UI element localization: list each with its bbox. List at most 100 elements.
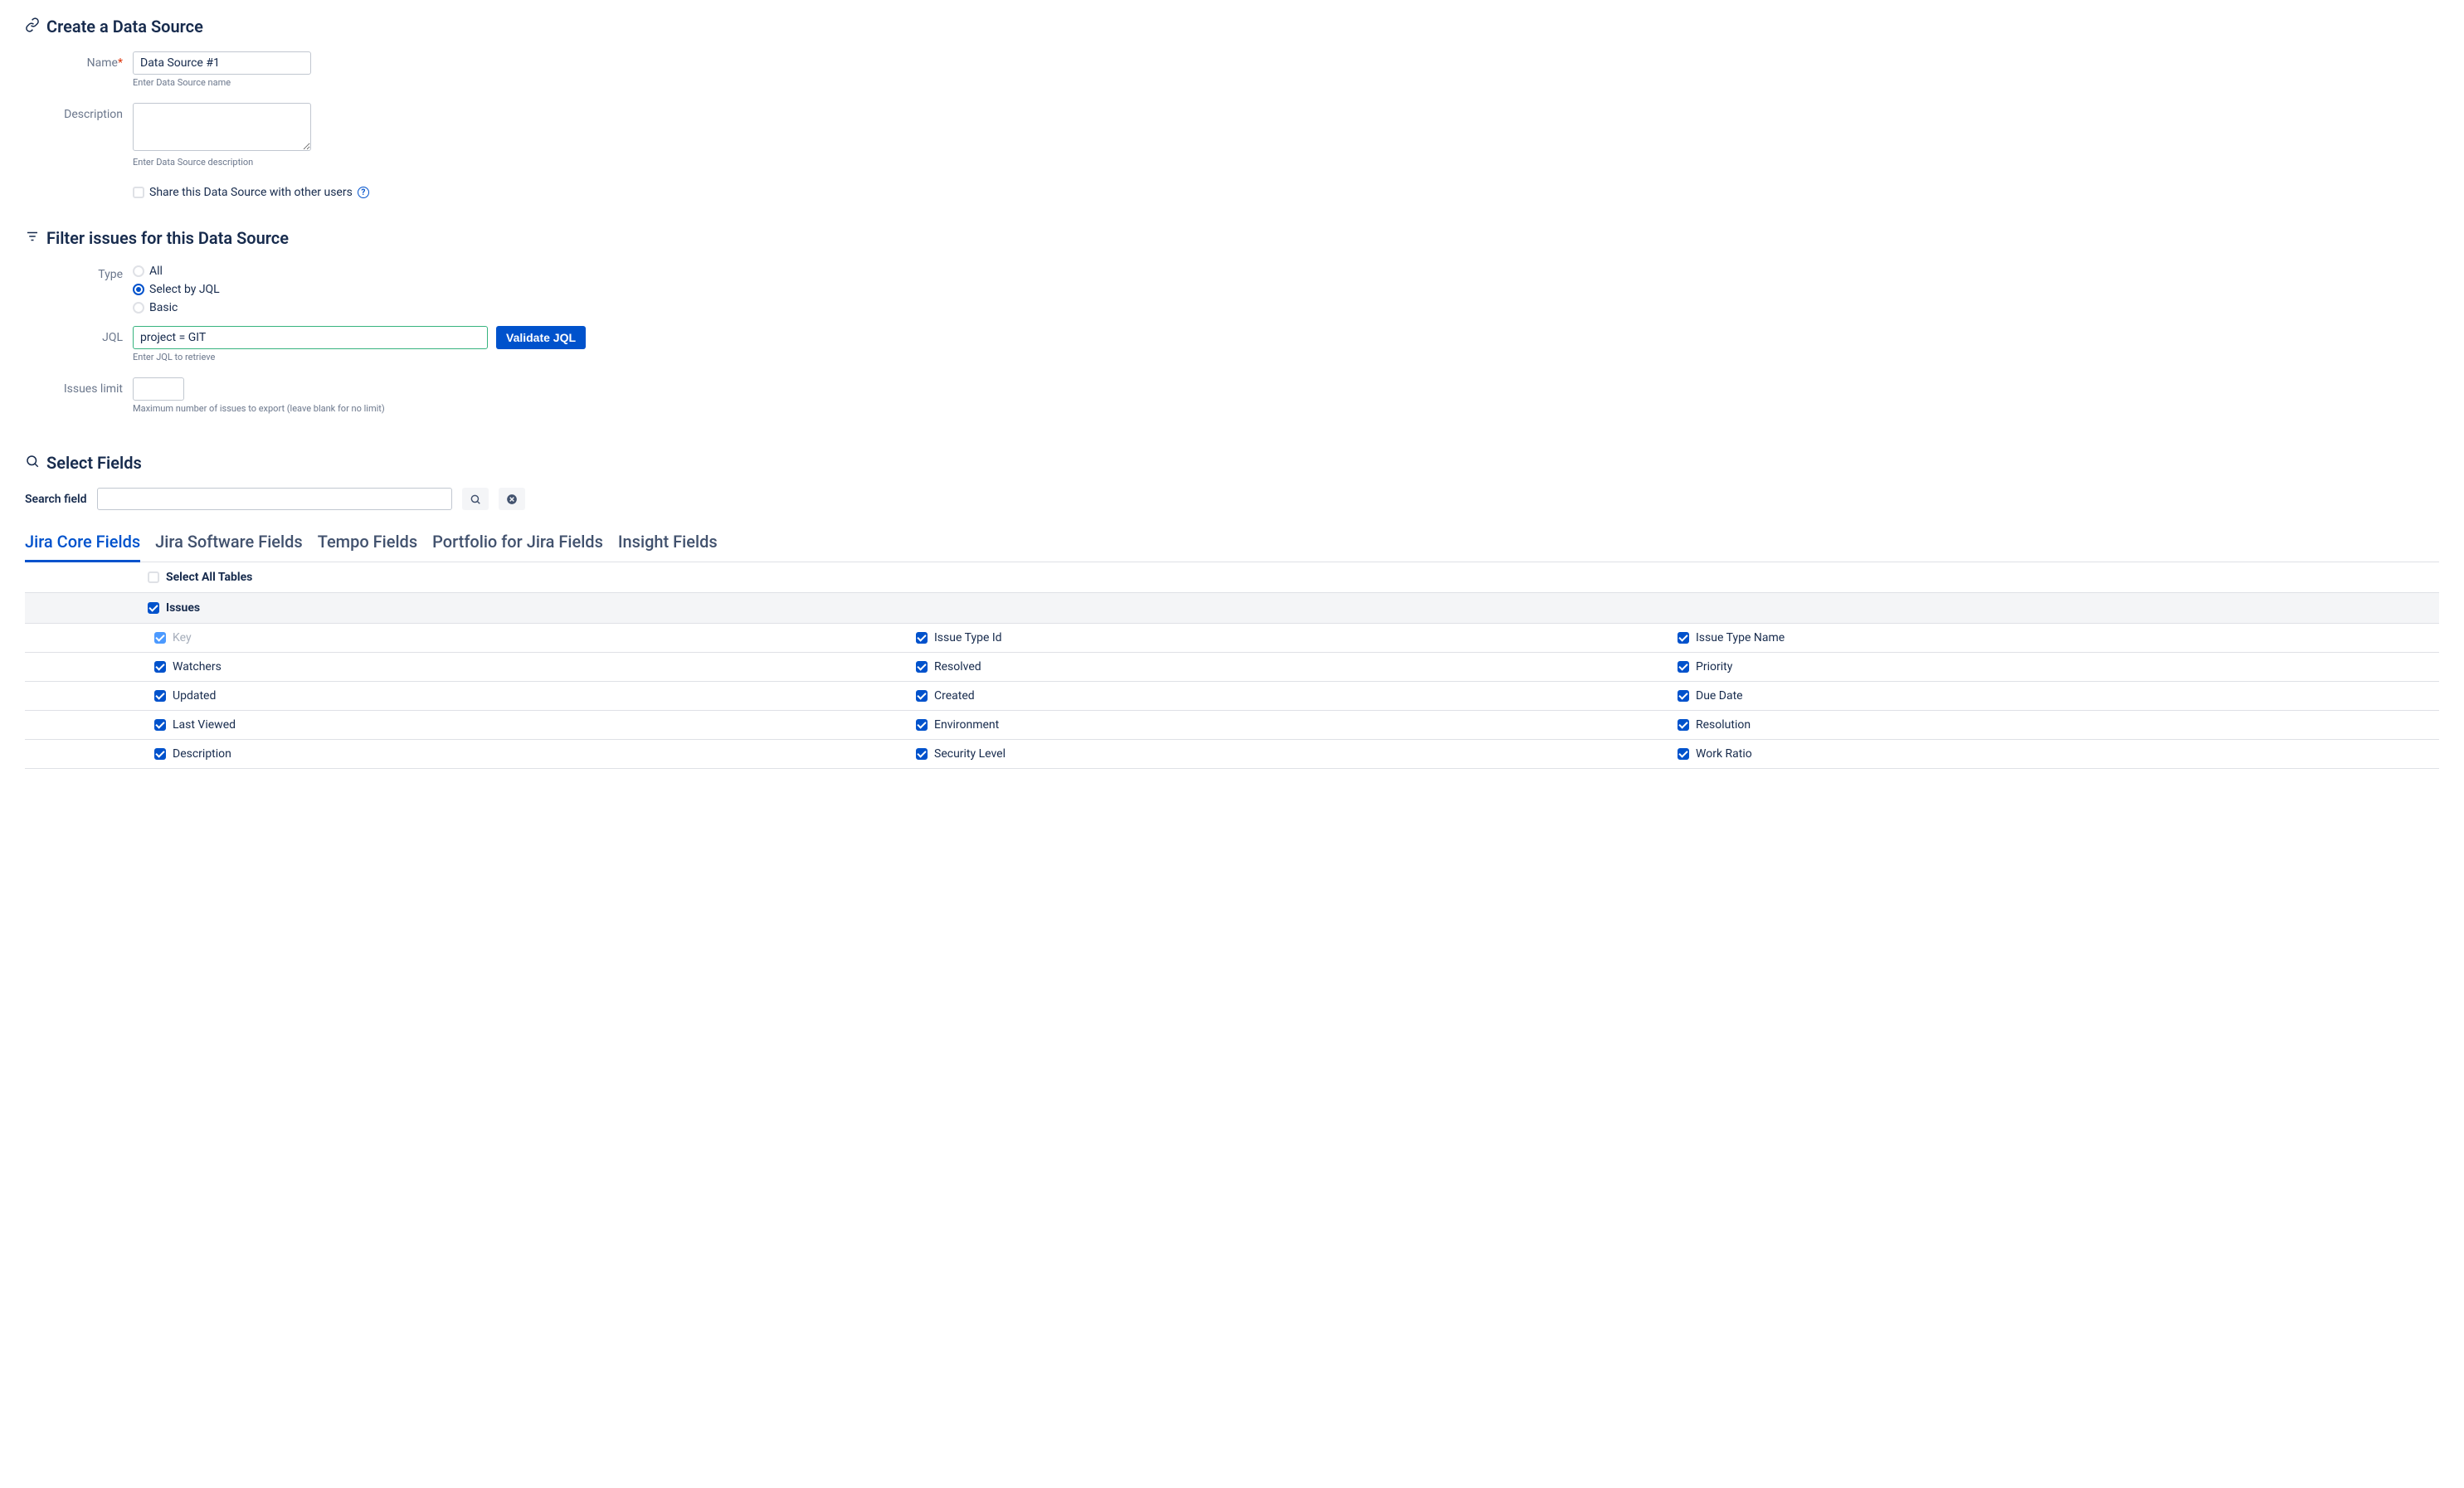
section-title-text: Filter issues for this Data Source [46,228,289,248]
group-issues-label: Issues [166,601,200,615]
field-label: Watchers [173,660,222,673]
jql-input[interactable] [133,326,488,349]
field-checkbox[interactable] [916,690,928,702]
field-label: Last Viewed [173,718,236,732]
field-checkbox[interactable] [1678,632,1689,644]
field-cell: Due Date [1678,689,2439,703]
field-rows-container: Key Issue Type Id Issue Type Name Watchers R… [25,624,2439,769]
field-cell: Updated [25,689,916,703]
field-cell: Watchers [25,660,916,673]
field-checkbox[interactable] [1678,748,1689,760]
tab-jira-software-fields[interactable]: Jira Software Fields [155,525,303,562]
field-cell: Key [25,631,916,644]
description-helper: Enter Data Source description [133,157,1145,168]
field-label: Description [173,747,231,761]
jql-label: JQL [25,326,133,372]
field-checkbox[interactable] [154,661,166,673]
group-issues-checkbox[interactable] [148,602,159,614]
field-label: Resolution [1696,718,1751,732]
section-title: Create a Data Source [25,17,2439,36]
field-row: Last Viewed Environment Resolution [25,711,2439,740]
search-field-input[interactable] [97,488,452,510]
select-all-row: Select All Tables [25,562,2439,593]
field-cell: Work Ratio [1678,747,2439,761]
field-checkbox[interactable] [916,661,928,673]
type-radio-jql[interactable] [133,284,144,295]
jql-helper: Enter JQL to retrieve [133,352,1145,362]
type-radio-basic[interactable] [133,302,144,314]
share-label: Share this Data Source with other users [149,186,353,199]
field-cell: Security Level [916,747,1678,761]
type-label: Type [25,263,133,314]
field-label: Work Ratio [1696,747,1752,761]
field-row: Key Issue Type Id Issue Type Name [25,624,2439,653]
link-icon [25,17,40,36]
field-label: Resolved [934,660,981,673]
field-cell: Description [25,747,916,761]
description-input[interactable] [133,103,311,151]
field-cell: Environment [916,718,1678,732]
search-field-label: Search field [25,493,87,506]
field-cell: Created [916,689,1678,703]
issues-limit-helper: Maximum number of issues to export (leav… [133,403,1145,414]
filter-issues-section: Filter issues for this Data Source Type … [25,228,2439,424]
field-cell: Issue Type Id [916,631,1678,644]
create-data-source-section: Create a Data Source Name Enter Data Sou… [25,17,2439,199]
field-label: Issue Type Id [934,631,1002,644]
field-row: Description Security Level Work Ratio [25,740,2439,769]
tab-jira-core-fields[interactable]: Jira Core Fields [25,525,140,562]
field-checkbox[interactable] [916,719,928,731]
field-label: Key [173,631,192,644]
type-radio-jql-label: Select by JQL [149,283,220,296]
name-helper: Enter Data Source name [133,77,1145,88]
field-label: Due Date [1696,689,1743,703]
field-checkbox[interactable] [154,719,166,731]
field-cell: Resolved [916,660,1678,673]
field-checkbox[interactable] [1678,719,1689,731]
search-button[interactable] [462,488,489,510]
description-label: Description [25,103,133,177]
field-label: Issue Type Name [1696,631,1785,644]
select-all-checkbox[interactable] [148,571,159,583]
field-label: Priority [1696,660,1732,673]
search-icon [25,453,40,473]
field-row: Watchers Resolved Priority [25,653,2439,682]
issues-limit-label: Issues limit [25,377,133,424]
filter-icon [25,228,40,248]
field-tabs: Jira Core Fields Jira Software Fields Te… [25,525,2439,562]
type-radio-all-label: All [149,265,163,278]
select-fields-section: Select Fields Search field Jira Core Fie… [25,453,2439,769]
type-radio-all[interactable] [133,265,144,277]
field-label: Environment [934,718,999,732]
help-icon[interactable]: ? [358,187,369,198]
field-cell: Issue Type Name [1678,631,2439,644]
field-label: Updated [173,689,216,703]
field-cell: Resolution [1678,718,2439,732]
field-checkbox[interactable] [916,748,928,760]
field-label: Created [934,689,975,703]
tab-portfolio-fields[interactable]: Portfolio for Jira Fields [432,525,603,562]
tab-tempo-fields[interactable]: Tempo Fields [318,525,417,562]
section-title: Select Fields [25,453,2439,473]
field-label: Security Level [934,747,1006,761]
field-cell: Priority [1678,660,2439,673]
field-checkbox[interactable] [154,748,166,760]
field-checkbox[interactable] [154,632,166,644]
issues-limit-input[interactable] [133,377,184,401]
tab-insight-fields[interactable]: Insight Fields [618,525,718,562]
select-all-label: Select All Tables [166,571,252,584]
field-checkbox[interactable] [154,690,166,702]
field-checkbox[interactable] [1678,690,1689,702]
type-radio-basic-label: Basic [149,301,178,314]
field-checkbox[interactable] [1678,661,1689,673]
field-row: Updated Created Due Date [25,682,2439,711]
field-checkbox[interactable] [916,632,928,644]
validate-jql-button[interactable]: Validate JQL [496,326,586,349]
share-checkbox[interactable] [133,187,144,198]
clear-search-button[interactable] [499,488,525,510]
section-title: Filter issues for this Data Source [25,228,2439,248]
field-cell: Last Viewed [25,718,916,732]
name-input[interactable] [133,51,311,75]
group-issues-row: Issues [25,593,2439,624]
section-title-text: Create a Data Source [46,17,203,36]
